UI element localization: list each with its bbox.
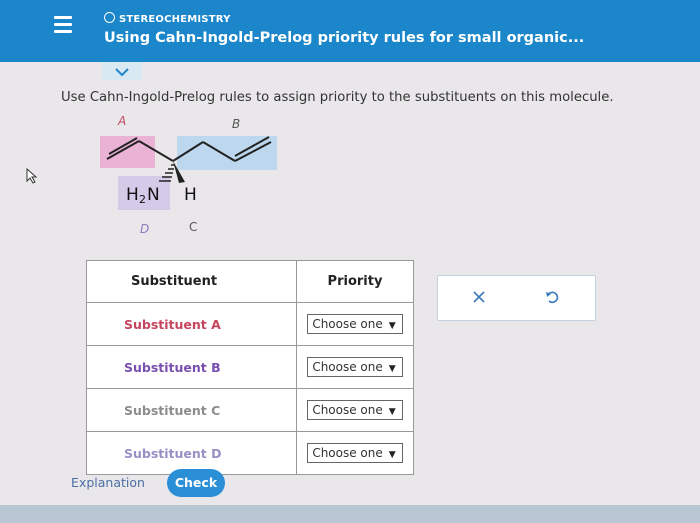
assignment-title: Using Cahn-Ingold-Prelog priority rules …: [104, 30, 585, 46]
amine-n-atom: N: [147, 185, 160, 205]
topic-label: STEREOCHEMISTRY: [104, 12, 231, 25]
table-header-row: Substituent Priority: [86, 260, 414, 303]
dropdown-arrow-icon: ▼: [388, 364, 396, 374]
amine-h-atom: H: [126, 185, 139, 205]
topic-circle-icon: [104, 12, 115, 23]
undo-icon[interactable]: [544, 289, 560, 305]
answer-actions-panel: [437, 275, 596, 321]
header-bar: STEREOCHEMISTRY Using Cahn-Ingold-Prelog…: [0, 0, 700, 62]
hydrogen-atom: H: [184, 185, 197, 205]
dropdown-arrow-icon: ▼: [388, 450, 396, 460]
table-row: Substituent B Choose one ▼: [86, 345, 414, 389]
explanation-button[interactable]: Explanation: [70, 470, 146, 496]
priority-select-b[interactable]: Choose one ▼: [307, 357, 403, 377]
substituent-a-cell: Substituent A: [86, 302, 297, 346]
table-row: Substituent C Choose one ▼: [86, 388, 414, 432]
check-button[interactable]: Check: [167, 469, 225, 497]
substituent-b-cell: Substituent B: [86, 345, 297, 389]
amine-subscript: 2: [139, 193, 146, 206]
table-row: Substituent A Choose one ▼: [86, 302, 414, 346]
priority-table: Substituent Priority Substituent A Choos…: [86, 260, 414, 475]
priority-select-c[interactable]: Choose one ▼: [307, 400, 403, 420]
table-row: Substituent D Choose one ▼: [86, 431, 414, 475]
priority-header: Priority: [296, 260, 414, 303]
label-d: D: [140, 222, 150, 236]
close-icon[interactable]: [471, 289, 487, 305]
dropdown-arrow-icon: ▼: [388, 407, 396, 417]
expand-toggle[interactable]: [102, 62, 142, 80]
bottom-bar: [0, 505, 700, 523]
substituent-c-cell: Substituent C: [86, 388, 297, 432]
instructions-text: Use Cahn-Ingold-Prelog rules to assign p…: [61, 90, 614, 105]
substituent-header: Substituent: [86, 260, 297, 303]
priority-select-d[interactable]: Choose one ▼: [307, 443, 403, 463]
dropdown-arrow-icon: ▼: [388, 321, 396, 331]
chevron-down-icon: [115, 68, 129, 77]
menu-icon[interactable]: [54, 16, 72, 34]
label-c: C: [189, 220, 198, 234]
priority-select-a[interactable]: Choose one ▼: [307, 314, 403, 334]
mouse-cursor-icon: [26, 168, 38, 184]
